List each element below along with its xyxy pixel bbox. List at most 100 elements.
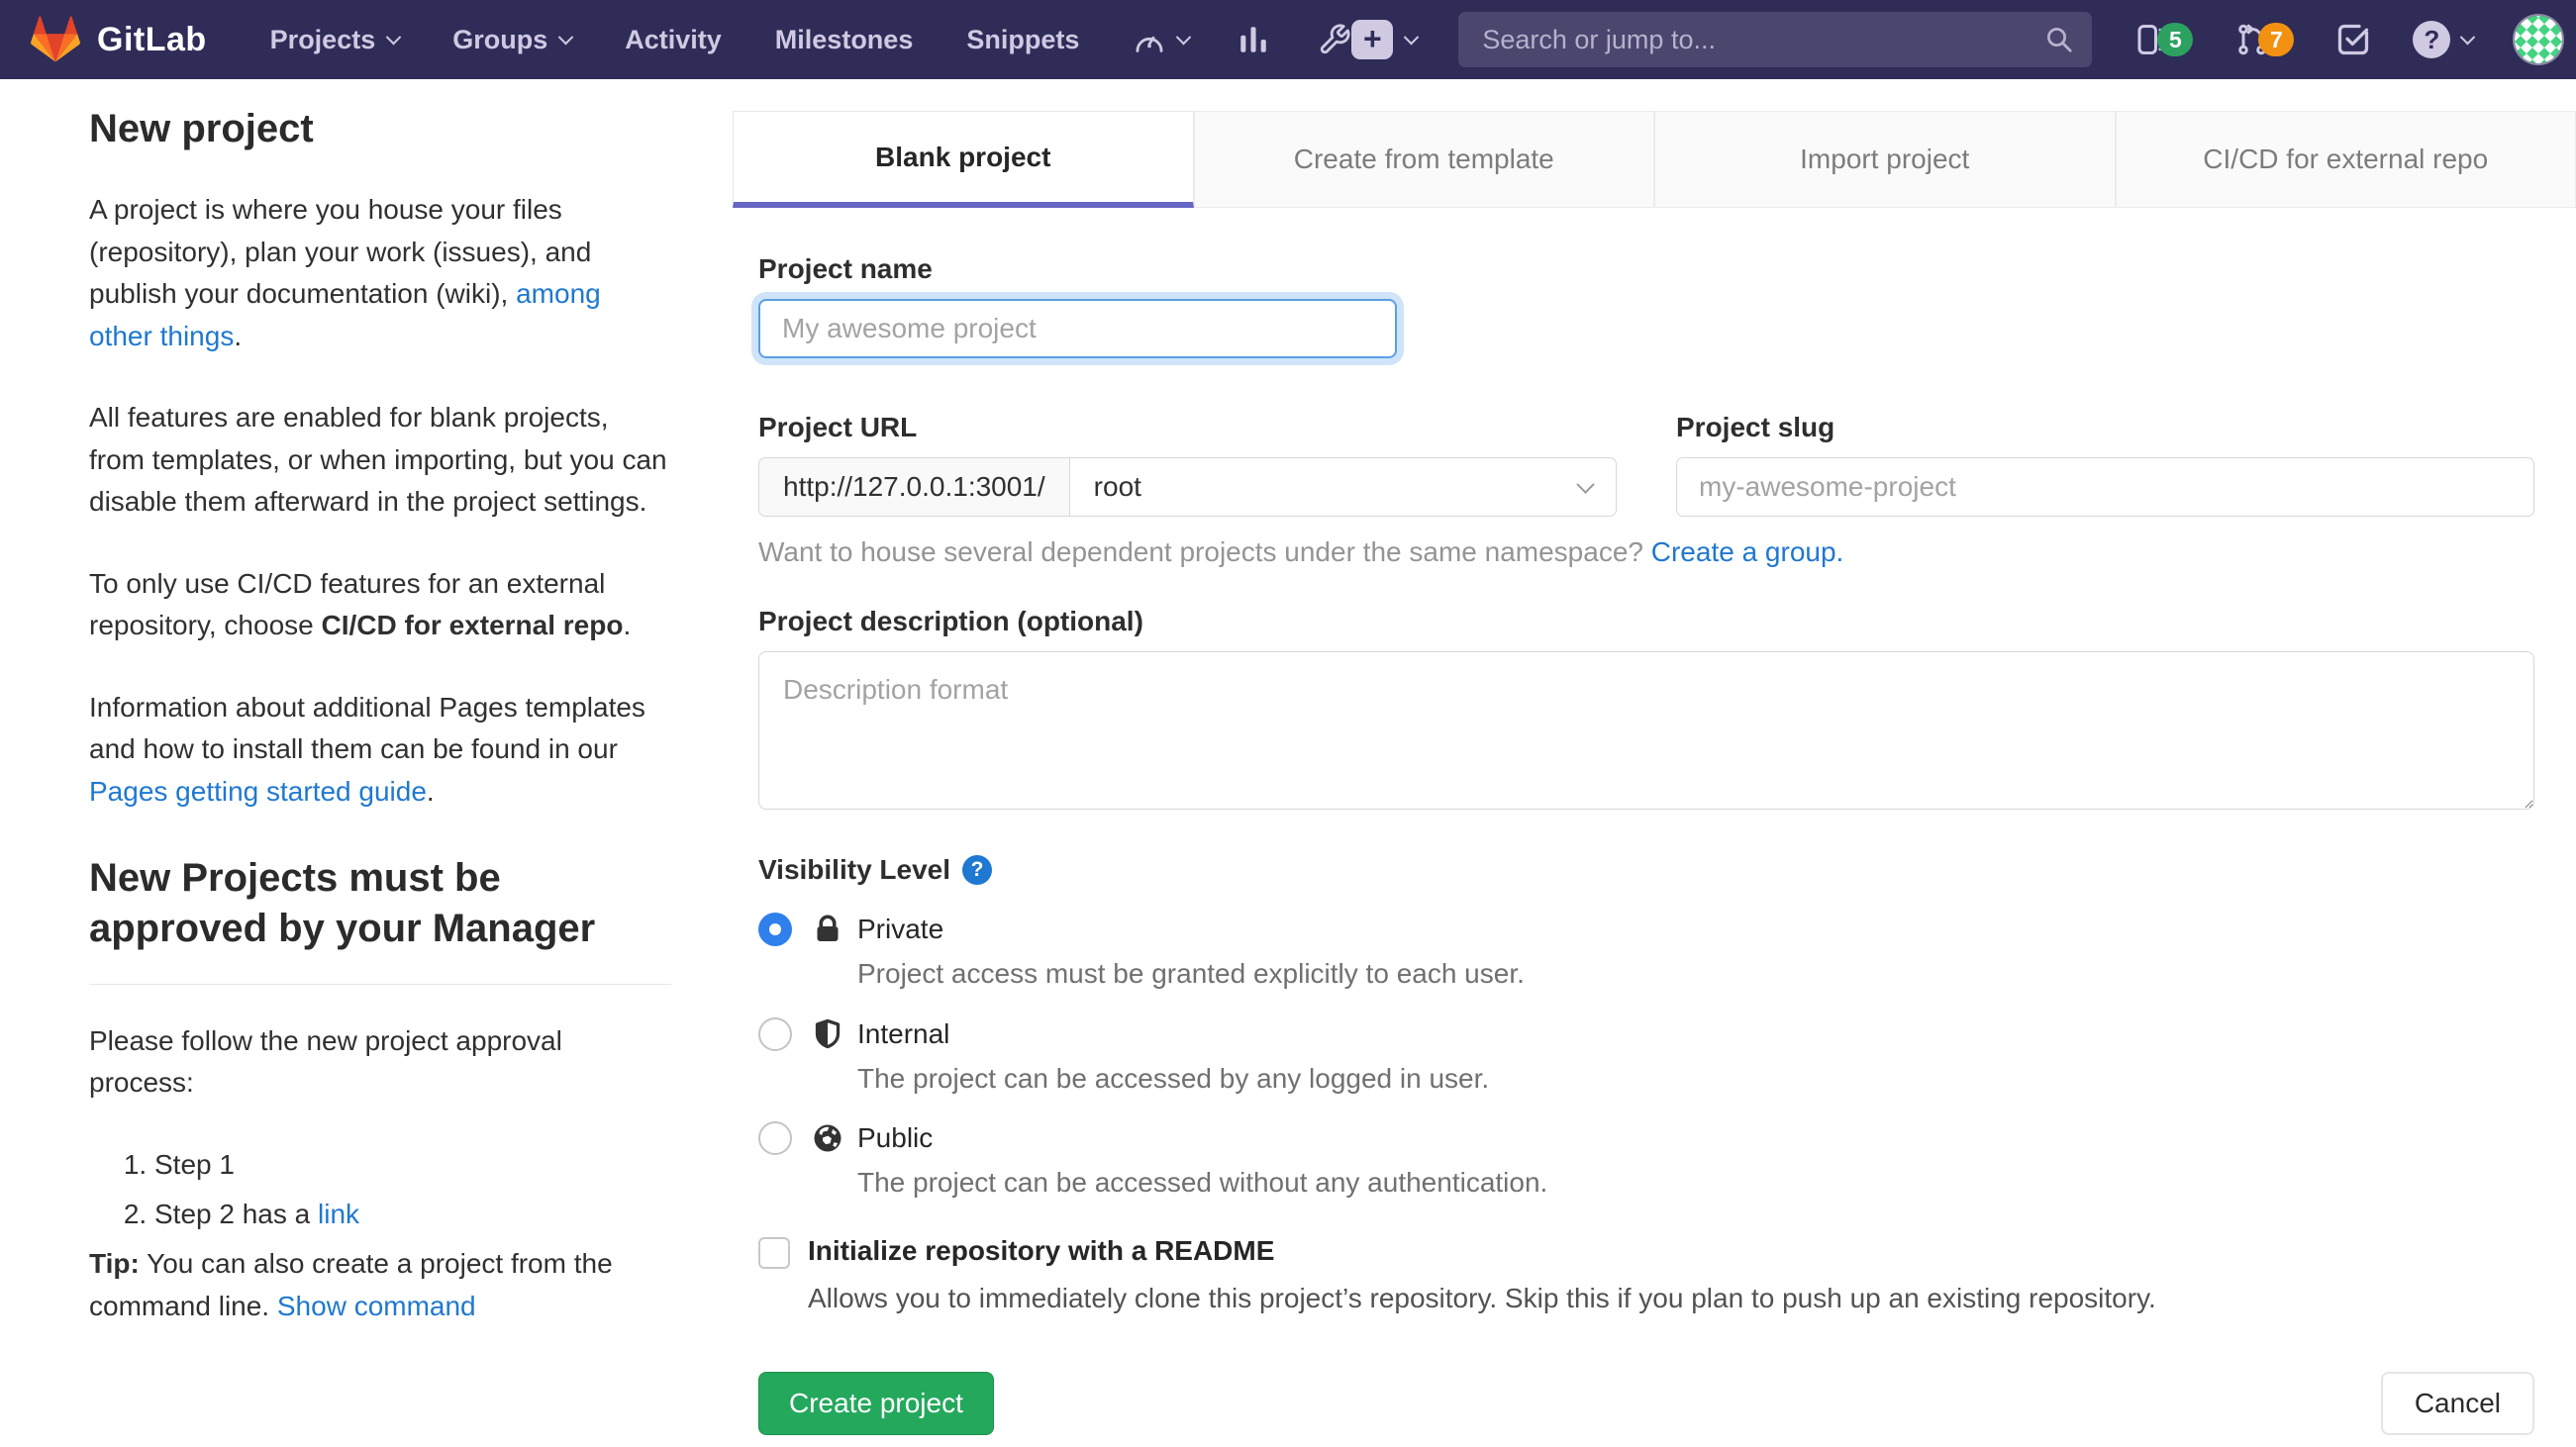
issues-button[interactable]: 5 bbox=[2133, 22, 2193, 57]
step-1-text: Step 1 bbox=[154, 1149, 235, 1180]
navbar-icon-group bbox=[1133, 23, 1351, 56]
approval-title: New Projects must be approved by your Ma… bbox=[89, 853, 671, 954]
pages-text: Information about additional Pages templ… bbox=[89, 692, 645, 765]
new-project-form: Project name Project URL http://127.0.0.… bbox=[733, 208, 2576, 1447]
search-icon[interactable] bbox=[2044, 25, 2074, 54]
project-slug-input[interactable] bbox=[1676, 457, 2534, 517]
nav-item-activity-label: Activity bbox=[625, 25, 722, 55]
visibility-option-private: Private Project access must be granted e… bbox=[758, 912, 2534, 991]
chevron-down-icon bbox=[558, 29, 574, 45]
project-slug-column: Project slug bbox=[1676, 412, 2534, 517]
intro-period: . bbox=[234, 321, 242, 351]
list-item: Step 1 bbox=[154, 1144, 671, 1186]
url-slug-row: Project URL http://127.0.0.1:3001/ root … bbox=[758, 412, 2534, 517]
shield-icon bbox=[810, 1016, 845, 1052]
namespace-value: root bbox=[1094, 471, 1141, 503]
visibility-help-icon[interactable]: ? bbox=[962, 855, 992, 885]
cancel-button[interactable]: Cancel bbox=[2381, 1372, 2534, 1435]
show-command-link[interactable]: Show command bbox=[277, 1291, 476, 1321]
project-url-column: Project URL http://127.0.0.1:3001/ root bbox=[758, 412, 1617, 517]
page: GitLab Projects Groups Activity Mileston… bbox=[0, 0, 2576, 1447]
tab-import-project[interactable]: Import project bbox=[1654, 111, 2116, 208]
navbar-menu: Projects Groups Activity Milestones Snip… bbox=[270, 25, 1080, 55]
nav-item-milestones-label: Milestones bbox=[775, 25, 914, 55]
admin-area-button[interactable] bbox=[1318, 23, 1351, 56]
wrench-icon bbox=[1318, 23, 1351, 56]
new-menu-button[interactable]: + bbox=[1351, 20, 1417, 59]
visibility-name-internal[interactable]: Internal bbox=[857, 1018, 2534, 1050]
visibility-option-internal: Internal The project can be accessed by … bbox=[758, 1016, 2534, 1096]
list-item: Step 2 has a link bbox=[154, 1194, 671, 1235]
merge-requests-button[interactable]: 7 bbox=[2234, 22, 2294, 57]
url-prefix-addon: http://127.0.0.1:3001/ bbox=[758, 457, 1069, 517]
readme-label[interactable]: Initialize repository with a README bbox=[808, 1235, 2534, 1267]
gitlab-logo[interactable]: GitLab bbox=[30, 15, 207, 64]
cicd-period: . bbox=[623, 610, 631, 640]
nav-item-snippets-label: Snippets bbox=[966, 25, 1079, 55]
todos-button[interactable] bbox=[2335, 22, 2371, 57]
cicd-bold-text: CI/CD for external repo bbox=[322, 610, 624, 640]
nav-item-groups[interactable]: Groups bbox=[452, 25, 571, 55]
step-2-link[interactable]: link bbox=[318, 1199, 359, 1229]
cicd-paragraph: To only use CI/CD features for an extern… bbox=[89, 563, 671, 647]
analytics-button[interactable] bbox=[1237, 23, 1270, 56]
page-title: New project bbox=[89, 107, 671, 151]
visibility-desc-internal: The project can be accessed by any logge… bbox=[857, 1062, 2534, 1096]
visibility-label-row: Visibility Level ? bbox=[758, 854, 2534, 886]
approval-intro: Please follow the new project approval p… bbox=[89, 1020, 671, 1105]
visibility-radio-internal[interactable] bbox=[758, 1017, 792, 1051]
namespace-select[interactable]: root bbox=[1069, 457, 1617, 517]
tab-blank-project[interactable]: Blank project bbox=[733, 111, 1194, 208]
visibility-radio-public[interactable] bbox=[758, 1121, 792, 1155]
navbar-right-group: + 5 bbox=[1351, 12, 2562, 67]
visibility-radio-private[interactable] bbox=[758, 913, 792, 946]
globe-icon bbox=[810, 1120, 845, 1156]
chevron-down-icon bbox=[1404, 29, 1420, 45]
approval-steps: Step 1 Step 2 has a link bbox=[89, 1144, 671, 1235]
description-label: Project description (optional) bbox=[758, 606, 2534, 637]
visibility-desc-public: The project can be accessed without any … bbox=[857, 1166, 2534, 1200]
nav-item-projects-label: Projects bbox=[270, 25, 376, 55]
gitlab-wordmark: GitLab bbox=[97, 21, 207, 59]
readme-row: Initialize repository with a README Allo… bbox=[758, 1235, 2534, 1314]
nav-item-milestones[interactable]: Milestones bbox=[775, 25, 914, 55]
sidebar-divider bbox=[89, 984, 671, 985]
project-name-input[interactable] bbox=[758, 299, 1397, 358]
nav-item-snippets[interactable]: Snippets bbox=[966, 25, 1079, 55]
top-navbar: GitLab Projects Groups Activity Mileston… bbox=[0, 0, 2576, 79]
description-textarea[interactable] bbox=[758, 651, 2534, 810]
dashboard-menu-button[interactable] bbox=[1133, 23, 1189, 56]
readme-description: Allows you to immediately clone this pro… bbox=[808, 1283, 2534, 1314]
tip-paragraph: Tip: You can also create a project from … bbox=[89, 1243, 671, 1327]
namespace-hint-text: Want to house several dependent projects… bbox=[758, 536, 1651, 567]
readme-checkbox[interactable] bbox=[758, 1237, 790, 1269]
nav-item-projects[interactable]: Projects bbox=[270, 25, 400, 55]
intro-paragraph: A project is where you house your files … bbox=[89, 189, 671, 357]
visibility-name-public[interactable]: Public bbox=[857, 1122, 2534, 1154]
features-paragraph: All features are enabled for blank proje… bbox=[89, 397, 671, 524]
help-button[interactable]: ? bbox=[2413, 21, 2473, 58]
project-slug-label: Project slug bbox=[1676, 412, 2534, 443]
search-input[interactable] bbox=[1458, 12, 2092, 67]
pages-period: . bbox=[427, 776, 435, 807]
create-project-button[interactable]: Create project bbox=[758, 1372, 994, 1435]
project-name-label: Project name bbox=[758, 253, 2534, 285]
visibility-label: Visibility Level bbox=[758, 854, 950, 886]
user-avatar[interactable] bbox=[2505, 6, 2572, 73]
tanuki-icon bbox=[30, 15, 81, 64]
global-search bbox=[1458, 12, 2092, 67]
chevron-down-icon bbox=[386, 29, 402, 45]
dashboard-gauge-icon bbox=[1133, 23, 1166, 56]
nav-item-activity[interactable]: Activity bbox=[625, 25, 722, 55]
visibility-name-private[interactable]: Private bbox=[857, 914, 2534, 945]
tab-cicd-external-repo[interactable]: CI/CD for external repo bbox=[2116, 111, 2576, 208]
help-icon: ? bbox=[2413, 21, 2450, 58]
project-type-tabs: Blank project Create from template Impor… bbox=[733, 111, 2576, 208]
project-url-label: Project URL bbox=[758, 412, 1617, 443]
issues-count-badge: 5 bbox=[2157, 23, 2193, 56]
namespace-hint: Want to house several dependent projects… bbox=[758, 536, 2534, 568]
pages-guide-link[interactable]: Pages getting started guide bbox=[89, 776, 427, 807]
tab-create-from-template[interactable]: Create from template bbox=[1194, 111, 1655, 208]
form-actions: Create project Cancel bbox=[758, 1372, 2534, 1435]
create-group-link[interactable]: Create a group. bbox=[1651, 536, 1844, 567]
